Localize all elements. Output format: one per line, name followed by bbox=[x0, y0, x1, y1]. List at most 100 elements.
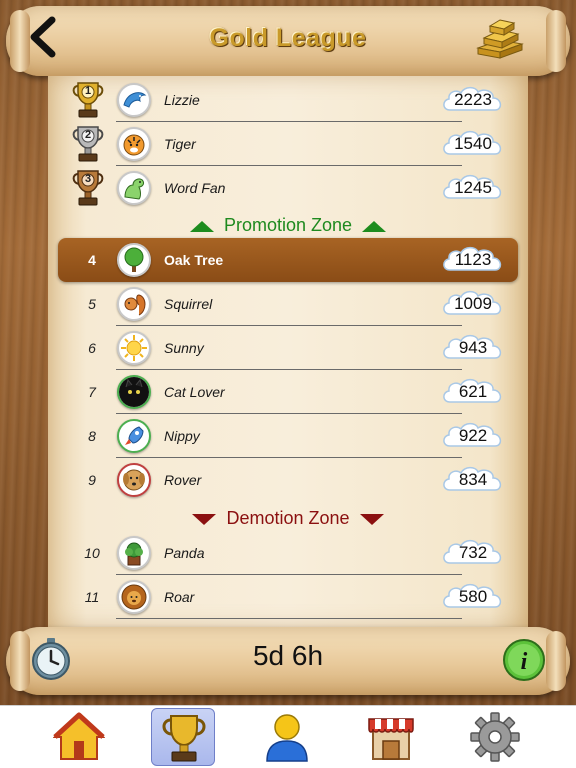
tab-settings[interactable] bbox=[463, 708, 527, 766]
score-cloud: 580 bbox=[440, 581, 506, 613]
tab-home[interactable] bbox=[47, 708, 111, 766]
league-time-left: 5d 6h bbox=[252, 640, 324, 671]
avatar bbox=[117, 580, 151, 614]
promotion-zone-label: Promotion Zone bbox=[58, 210, 518, 240]
house-icon bbox=[53, 712, 105, 760]
player-score: 943 bbox=[458, 338, 488, 357]
player-name: Oak Tree bbox=[164, 252, 224, 268]
avatar bbox=[117, 127, 151, 161]
score-cloud: 943 bbox=[440, 332, 506, 364]
rocket-icon bbox=[125, 426, 144, 445]
cat-icon bbox=[119, 377, 149, 407]
rank-number: 3 bbox=[84, 173, 92, 185]
player-name: Tiger bbox=[164, 136, 196, 152]
player-name: Panda bbox=[164, 545, 205, 561]
list-item[interactable]: 1 Lizzie 2223 bbox=[58, 78, 518, 122]
plant-icon bbox=[125, 542, 143, 566]
player-score: 1009 bbox=[454, 294, 492, 313]
score-cloud: 834 bbox=[440, 464, 506, 496]
player-score: 922 bbox=[458, 426, 488, 445]
avatar bbox=[117, 171, 151, 205]
down-arrow-icon bbox=[192, 513, 217, 525]
score-cloud: 1245 bbox=[440, 172, 506, 204]
rank-number: 8 bbox=[88, 428, 96, 444]
list-item[interactable]: 8 Nippy 922 bbox=[58, 414, 518, 458]
player-name: Squirrel bbox=[164, 296, 213, 312]
score-cloud: 621 bbox=[440, 376, 506, 408]
tab-shop[interactable] bbox=[359, 708, 423, 766]
avatar bbox=[117, 463, 151, 497]
list-item[interactable]: 5 Squirrel 1009 bbox=[58, 282, 518, 326]
avatar bbox=[117, 243, 151, 277]
list-item[interactable]: 6 Sunny 943 bbox=[58, 326, 518, 370]
up-arrow-icon bbox=[362, 220, 387, 232]
gold-bars-icon[interactable] bbox=[470, 14, 530, 60]
tab-bar bbox=[0, 705, 576, 768]
up-arrow-icon bbox=[189, 220, 214, 232]
rank-number: 6 bbox=[88, 340, 96, 356]
rank-number: 2 bbox=[84, 129, 92, 141]
tree-icon bbox=[124, 247, 144, 272]
list-item[interactable]: 9 Rover 834 bbox=[58, 458, 518, 502]
player-name: Roar bbox=[164, 589, 195, 605]
dog-icon bbox=[123, 469, 145, 491]
tiger-icon bbox=[123, 134, 145, 156]
score-cloud: 922 bbox=[440, 420, 506, 452]
player-score: 621 bbox=[458, 382, 488, 401]
player-score: 1123 bbox=[454, 250, 492, 269]
rank-number: 9 bbox=[88, 472, 96, 488]
player-name: Cat Lover bbox=[164, 384, 225, 400]
list-item[interactable]: 7 Cat Lover 621 bbox=[58, 370, 518, 414]
down-arrow-icon bbox=[359, 513, 384, 525]
tab-profile[interactable] bbox=[255, 708, 319, 766]
person-icon bbox=[266, 714, 308, 762]
avatar bbox=[117, 331, 151, 365]
dinosaur-icon bbox=[124, 178, 144, 200]
score-cloud: 1009 bbox=[440, 288, 506, 320]
row-divider bbox=[116, 618, 462, 619]
avatar bbox=[117, 287, 151, 321]
score-cloud: 2223 bbox=[440, 84, 506, 116]
rank-number: 4 bbox=[88, 252, 96, 268]
player-score: 1540 bbox=[454, 134, 492, 153]
player-name: Sunny bbox=[164, 340, 204, 356]
score-cloud: 1123 bbox=[440, 244, 506, 276]
player-score: 580 bbox=[458, 587, 488, 606]
demotion-zone-label: Demotion Zone bbox=[58, 503, 518, 533]
demotion-zone-text: Demotion Zone bbox=[226, 508, 350, 528]
promotion-zone-text: Promotion Zone bbox=[223, 215, 353, 235]
list-item[interactable]: 3 Word Fan 1245 bbox=[58, 166, 518, 210]
player-name: Lizzie bbox=[164, 92, 200, 108]
tab-leagues[interactable] bbox=[151, 708, 215, 766]
gear-icon bbox=[470, 712, 520, 762]
info-button[interactable]: i bbox=[502, 638, 546, 682]
avatar bbox=[117, 536, 151, 570]
avatar bbox=[117, 419, 151, 453]
player-score: 834 bbox=[458, 470, 488, 489]
player-name: Word Fan bbox=[164, 180, 226, 196]
player-name: Nippy bbox=[164, 428, 200, 444]
svg-text:i: i bbox=[521, 649, 528, 675]
score-cloud: 1540 bbox=[440, 128, 506, 160]
player-score: 1245 bbox=[454, 178, 492, 197]
player-name: Rover bbox=[164, 472, 202, 488]
squirrel-icon bbox=[124, 294, 146, 316]
list-item-current-player[interactable]: 4 Oak Tree 1123 bbox=[58, 238, 518, 282]
avatar bbox=[117, 83, 151, 117]
rank-number: 11 bbox=[84, 589, 100, 605]
avatar bbox=[117, 375, 151, 409]
rank-number: 10 bbox=[84, 545, 100, 561]
dolphin-icon bbox=[123, 92, 147, 108]
score-cloud: 732 bbox=[440, 537, 506, 569]
list-item[interactable]: 10 Panda 732 bbox=[58, 531, 518, 575]
lion-icon bbox=[121, 584, 147, 610]
player-score: 2223 bbox=[454, 90, 492, 109]
sun-icon bbox=[121, 335, 147, 361]
info-icon: i bbox=[503, 639, 545, 681]
trophy-icon bbox=[162, 715, 206, 762]
list-item[interactable]: 2 Tiger 1540 bbox=[58, 122, 518, 166]
shop-icon bbox=[368, 718, 414, 760]
rank-number: 7 bbox=[88, 384, 96, 400]
rank-number: 1 bbox=[84, 85, 92, 97]
list-item[interactable]: 11 Roar 580 bbox=[58, 575, 518, 619]
